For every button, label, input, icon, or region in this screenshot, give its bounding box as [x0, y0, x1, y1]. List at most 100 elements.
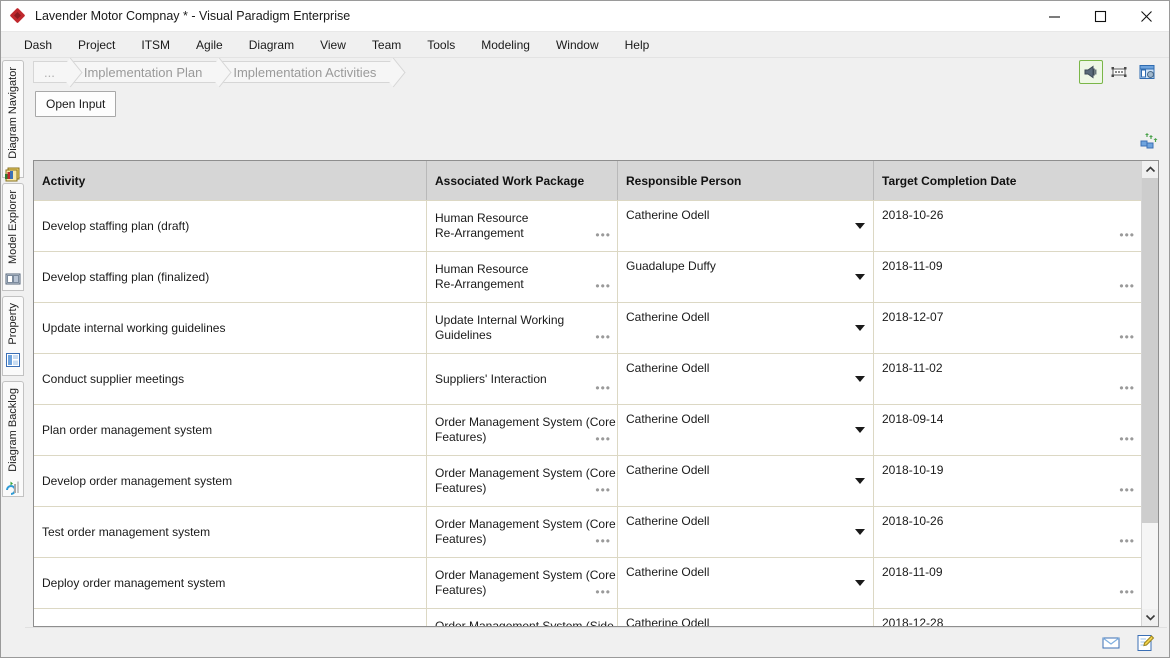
cell-associated-work-package[interactable]: Order Management System (Core Features) ••… [427, 558, 618, 608]
menu-item-modeling[interactable]: Modeling [468, 34, 543, 56]
cell-target-completion-date[interactable]: 2018-10-26 ••• [874, 507, 1141, 557]
chevron-down-icon[interactable] [855, 580, 865, 586]
breadcrumb-item-root[interactable]: ... [33, 61, 71, 83]
cell-target-completion-date[interactable]: 2018-11-09 ••• [874, 252, 1141, 302]
table-row[interactable]: Develop staffing plan (draft) Human Resou… [34, 201, 1141, 252]
column-header-activity[interactable]: Activity [34, 161, 427, 200]
sidebar-item-diagram-navigator[interactable]: Diagram Navigator [2, 60, 24, 182]
menu-item-agile[interactable]: Agile [183, 34, 236, 56]
date-more-button[interactable]: ••• [1119, 586, 1135, 598]
cell-target-completion-date[interactable]: 2018-11-02 ••• [874, 354, 1141, 404]
cell-activity[interactable]: Conduct supplier meetings [34, 354, 427, 404]
cell-associated-work-package[interactable]: Order Management System (SideFeatures)••… [427, 609, 618, 626]
open-input-button[interactable]: Open Input [35, 91, 117, 117]
cell-associated-work-package[interactable]: Human Resource Re-Arrangement ••• [427, 201, 618, 251]
date-more-button[interactable]: ••• [1119, 484, 1135, 496]
cell-activity[interactable]: Deploy order management system [34, 558, 427, 608]
breadcrumb-item-implementation-activities[interactable]: Implementation Activities [220, 61, 395, 83]
cell-responsible-person[interactable]: Catherine Odell [618, 405, 874, 455]
scroll-down-arrow-icon[interactable] [1142, 609, 1158, 626]
menu-item-diagram[interactable]: Diagram [236, 34, 307, 56]
table-row[interactable]: Conduct supplier meetings Suppliers' Inte… [34, 354, 1141, 405]
chevron-down-icon[interactable] [855, 427, 865, 433]
cell-target-completion-date[interactable]: 2018-12-28••• [874, 609, 1141, 626]
cell-target-completion-date[interactable]: 2018-09-14 ••• [874, 405, 1141, 455]
table-row[interactable]: Update internal working guidelines Update… [34, 303, 1141, 354]
cell-responsible-person[interactable]: Guadalupe Duffy [618, 252, 874, 302]
cell-target-completion-date[interactable]: 2018-10-19 ••• [874, 456, 1141, 506]
work-package-more-button[interactable]: ••• [595, 535, 611, 547]
date-more-button[interactable]: ••• [1119, 229, 1135, 241]
mail-icon[interactable] [1101, 633, 1121, 653]
work-package-more-button[interactable]: ••• [595, 484, 611, 496]
cell-activity[interactable]: Support printing envelope labels in orde… [34, 609, 427, 626]
cell-activity[interactable]: Update internal working guidelines [34, 303, 427, 353]
cell-responsible-person[interactable]: Catherine Odell [618, 201, 874, 251]
date-more-button[interactable]: ••• [1119, 280, 1135, 292]
close-button[interactable] [1123, 1, 1169, 32]
date-more-button[interactable]: ••• [1119, 535, 1135, 547]
scroll-up-arrow-icon[interactable] [1142, 161, 1158, 178]
cell-activity[interactable]: Plan order management system [34, 405, 427, 455]
menu-item-team[interactable]: Team [359, 34, 414, 56]
menu-item-tools[interactable]: Tools [414, 34, 468, 56]
column-header-associated-work-package[interactable]: Associated Work Package [427, 161, 618, 200]
work-package-more-button[interactable]: ••• [595, 331, 611, 343]
cell-associated-work-package[interactable]: Order Management System (Core Features) ••… [427, 507, 618, 557]
cell-responsible-person[interactable]: Catherine Odell [618, 507, 874, 557]
work-package-more-button[interactable]: ••• [595, 229, 611, 241]
menu-item-itsm[interactable]: ITSM [128, 34, 183, 56]
column-header-responsible-person[interactable]: Responsible Person [618, 161, 874, 200]
sidebar-item-property[interactable]: Property [2, 296, 24, 376]
panel-layout-icon[interactable] [1135, 60, 1159, 84]
chevron-down-icon[interactable] [855, 325, 865, 331]
cell-associated-work-package[interactable]: Human Resource Re-Arrangement ••• [427, 252, 618, 302]
table-row[interactable]: Develop staffing plan (finalized) Human R… [34, 252, 1141, 303]
scrollbar-track[interactable] [1142, 178, 1158, 609]
cell-associated-work-package[interactable]: Order Management System (Core Features) ••… [427, 456, 618, 506]
table-row[interactable]: Develop order management system Order Man… [34, 456, 1141, 507]
menu-item-project[interactable]: Project [65, 34, 128, 56]
date-more-button[interactable]: ••• [1119, 382, 1135, 394]
work-package-more-button[interactable]: ••• [595, 382, 611, 394]
cell-activity[interactable]: Test order management system [34, 507, 427, 557]
sidebar-item-model-explorer[interactable]: Model Explorer [2, 183, 24, 291]
cell-responsible-person[interactable]: Catherine Odell [618, 456, 874, 506]
minimize-button[interactable] [1031, 1, 1077, 32]
menu-item-window[interactable]: Window [543, 34, 612, 56]
sidebar-item-diagram-backlog[interactable]: Diagram Backlog [2, 381, 24, 497]
table-row[interactable]: Test order management system Order Manage… [34, 507, 1141, 558]
scrollbar-thumb[interactable] [1142, 178, 1158, 523]
work-package-more-button[interactable]: ••• [595, 280, 611, 292]
note-edit-icon[interactable] [1135, 633, 1155, 653]
chevron-down-icon[interactable] [855, 274, 865, 280]
announcement-icon[interactable] [1079, 60, 1103, 84]
cell-target-completion-date[interactable]: 2018-11-09 ••• [874, 558, 1141, 608]
cell-responsible-person[interactable]: Catherine Odell [618, 558, 874, 608]
cell-associated-work-package[interactable]: Update Internal Working Guidelines ••• [427, 303, 618, 353]
maximize-button[interactable] [1077, 1, 1123, 32]
vertical-scrollbar[interactable] [1141, 161, 1158, 626]
table-row[interactable]: Deploy order management system Order Mana… [34, 558, 1141, 609]
cell-activity[interactable]: Develop staffing plan (finalized) [34, 252, 427, 302]
cell-associated-work-package[interactable]: Order Management System (Core Features) ••… [427, 405, 618, 455]
cell-activity[interactable]: Develop staffing plan (draft) [34, 201, 427, 251]
work-package-more-button[interactable]: ••• [595, 433, 611, 445]
menu-item-dash[interactable]: Dash [11, 34, 65, 56]
table-row[interactable]: Plan order management system Order Manage… [34, 405, 1141, 456]
chevron-down-icon[interactable] [855, 478, 865, 484]
chevron-down-icon[interactable] [855, 529, 865, 535]
cell-responsible-person[interactable]: Catherine Odell [618, 354, 874, 404]
breadcrumb-item-implementation-plan[interactable]: Implementation Plan [70, 61, 221, 83]
cell-responsible-person[interactable]: Catherine Odell [618, 609, 874, 626]
date-more-button[interactable]: ••• [1119, 331, 1135, 343]
cell-target-completion-date[interactable]: 2018-10-26 ••• [874, 201, 1141, 251]
date-more-button[interactable]: ••• [1119, 433, 1135, 445]
menu-item-help[interactable]: Help [612, 34, 663, 56]
work-package-more-button[interactable]: ••• [595, 586, 611, 598]
cell-target-completion-date[interactable]: 2018-12-07 ••• [874, 303, 1141, 353]
column-header-target-completion-date[interactable]: Target Completion Date [874, 161, 1141, 200]
menu-item-view[interactable]: View [307, 34, 359, 56]
cell-activity[interactable]: Develop order management system [34, 456, 427, 506]
export-sync-icon[interactable] [1139, 131, 1159, 151]
